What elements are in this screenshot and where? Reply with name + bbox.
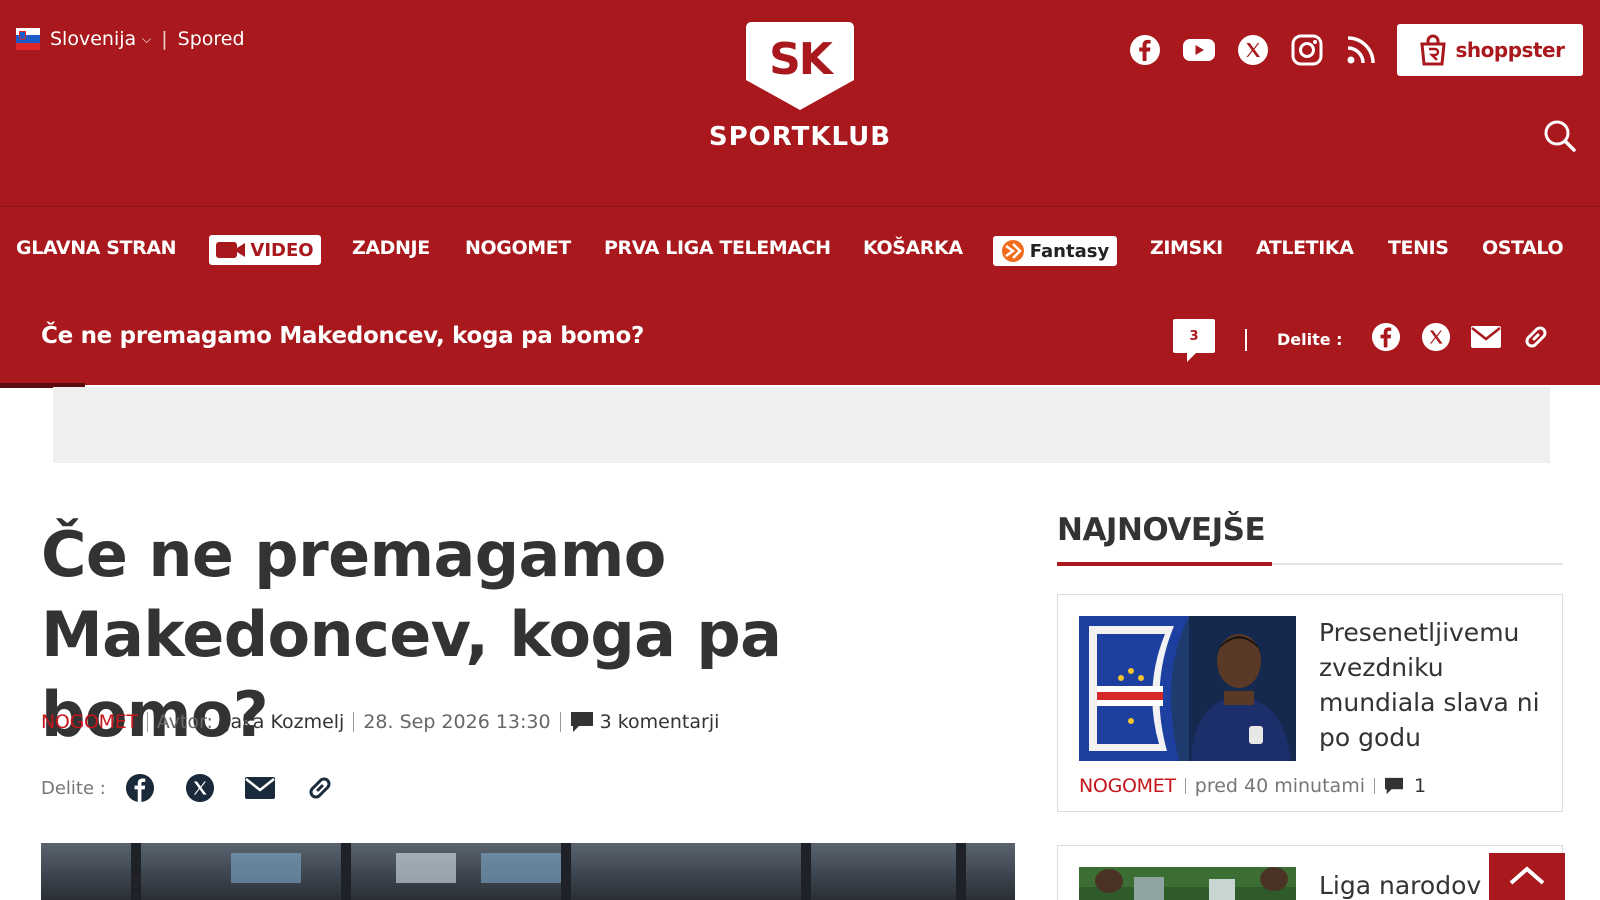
nav-item-tenis[interactable]: TENIS bbox=[1388, 237, 1449, 259]
facebook-icon[interactable] bbox=[124, 772, 156, 804]
main-nav: GLAVNA STRAN VIDEO ZADNJE NOGOMET PRVA L… bbox=[0, 207, 1600, 293]
nav-fantasy-label: Fantasy bbox=[1029, 240, 1110, 262]
search-icon[interactable] bbox=[1542, 118, 1578, 154]
chevron-down-icon[interactable]: ⌵ bbox=[142, 32, 151, 47]
email-icon[interactable] bbox=[244, 772, 276, 804]
instagram-icon[interactable] bbox=[1290, 33, 1324, 67]
news-card-title[interactable]: Presenetljivemu zvezdniku mundiala slava… bbox=[1319, 615, 1554, 755]
nav-item-ostalo[interactable]: OSTALO bbox=[1482, 237, 1564, 259]
article-comments-count: 3 komentarji bbox=[599, 711, 720, 733]
news-card-time: pred 40 minutami bbox=[1194, 775, 1365, 797]
logo-mark: SK bbox=[769, 34, 835, 85]
video-camera-icon bbox=[216, 242, 246, 258]
meta-divider bbox=[559, 712, 561, 732]
back-to-top-button[interactable] bbox=[1489, 853, 1565, 900]
nav-item-zimski[interactable]: ZIMSKI bbox=[1150, 237, 1223, 259]
article-author[interactable]: Jaka Kozmelj bbox=[225, 711, 344, 733]
region-label[interactable]: Slovenija bbox=[50, 28, 136, 50]
copy-link-icon[interactable] bbox=[1520, 321, 1552, 353]
nav-item-atletika[interactable]: ATLETIKA bbox=[1256, 237, 1354, 259]
youtube-icon[interactable] bbox=[1182, 33, 1216, 67]
nav-item-video[interactable]: VIDEO bbox=[209, 235, 321, 265]
article-date: 28. Sep 2026 13:30 bbox=[363, 711, 551, 733]
news-card-category[interactable]: NOGOMET bbox=[1079, 775, 1176, 797]
logo-wordmark: SPORTKLUB bbox=[708, 122, 892, 152]
news-card-image[interactable] bbox=[1079, 616, 1296, 761]
article-share-row: Delite : bbox=[41, 772, 364, 804]
heading-underline-accent bbox=[1057, 562, 1272, 566]
chevron-up-icon bbox=[1509, 866, 1545, 885]
copy-link-icon[interactable] bbox=[304, 772, 336, 804]
sticky-divider bbox=[1245, 329, 1247, 351]
comment-count-badge[interactable]: 3 bbox=[1173, 319, 1215, 362]
comment-icon bbox=[570, 712, 593, 732]
email-icon[interactable] bbox=[1470, 321, 1502, 353]
news-card-comment-count: 1 bbox=[1413, 775, 1427, 797]
nav-item-glavna-stran[interactable]: GLAVNA STRAN bbox=[16, 237, 177, 259]
x-icon[interactable] bbox=[1420, 321, 1452, 353]
comment-icon bbox=[1384, 777, 1403, 795]
meta-divider bbox=[146, 712, 148, 732]
author-label: Avtor: bbox=[156, 711, 213, 733]
region-selector[interactable]: Slovenija ⌵ | Spored bbox=[16, 28, 245, 50]
facebook-icon[interactable] bbox=[1370, 321, 1402, 353]
news-card-image[interactable] bbox=[1079, 867, 1296, 900]
nav-item-prva-liga[interactable]: PRVA LIGA TELEMACH bbox=[604, 237, 831, 259]
x-icon[interactable] bbox=[184, 772, 216, 804]
header-divider: | bbox=[161, 28, 168, 50]
news-card[interactable]: Liga narodov n bbox=[1057, 845, 1563, 900]
meta-divider bbox=[353, 712, 355, 732]
shopping-bag-icon bbox=[1419, 34, 1446, 66]
social-links bbox=[1128, 33, 1378, 67]
nav-video-label: VIDEO bbox=[250, 239, 314, 261]
meta-divider bbox=[1184, 778, 1186, 794]
article-category[interactable]: NOGOMET bbox=[41, 711, 138, 733]
nav-item-fantasy[interactable]: Fantasy bbox=[993, 236, 1117, 266]
rss-icon[interactable] bbox=[1344, 33, 1378, 67]
nav-item-zadnje[interactable]: ZADNJE bbox=[352, 237, 430, 259]
nav-item-kosarka[interactable]: KOŠARKA bbox=[863, 237, 963, 259]
euroleague-icon bbox=[1001, 240, 1024, 262]
article-hero-image bbox=[41, 843, 1015, 900]
meta-divider bbox=[1373, 778, 1375, 794]
site-header: Slovenija ⌵ | Spored SK SPORTKLUB shopps… bbox=[0, 0, 1600, 207]
sticky-share-icons bbox=[1370, 321, 1552, 353]
sticky-article-bar: Če ne premagamo Makedoncev, koga pa bomo… bbox=[0, 293, 1600, 385]
shoppster-label: shoppster bbox=[1455, 38, 1565, 62]
x-icon[interactable] bbox=[1236, 33, 1270, 67]
sticky-share-label: Delite : bbox=[1277, 330, 1343, 349]
nav-item-nogomet[interactable]: NOGOMET bbox=[465, 237, 571, 259]
ad-placeholder bbox=[53, 387, 1550, 463]
article-comments-link[interactable]: 3 komentarji bbox=[570, 711, 720, 733]
site-logo[interactable]: SK SPORTKLUB bbox=[700, 18, 900, 158]
shoppster-button[interactable]: shoppster bbox=[1397, 24, 1583, 76]
latest-news-heading: NAJNOVEJŠE bbox=[1057, 512, 1266, 548]
slovenia-flag-icon bbox=[16, 28, 40, 50]
article-meta: NOGOMET Avtor: Jaka Kozmelj 28. Sep 2026… bbox=[41, 711, 719, 733]
sk-shield-icon: SK bbox=[746, 22, 854, 110]
share-label: Delite : bbox=[41, 777, 106, 799]
sticky-article-title[interactable]: Če ne premagamo Makedoncev, koga pa bomo… bbox=[41, 323, 644, 349]
news-card[interactable]: Presenetljivemu zvezdniku mundiala slava… bbox=[1057, 594, 1563, 812]
news-card-meta: NOGOMET pred 40 minutami 1 bbox=[1079, 775, 1426, 797]
facebook-icon[interactable] bbox=[1128, 33, 1162, 67]
schedule-link[interactable]: Spored bbox=[178, 28, 245, 50]
